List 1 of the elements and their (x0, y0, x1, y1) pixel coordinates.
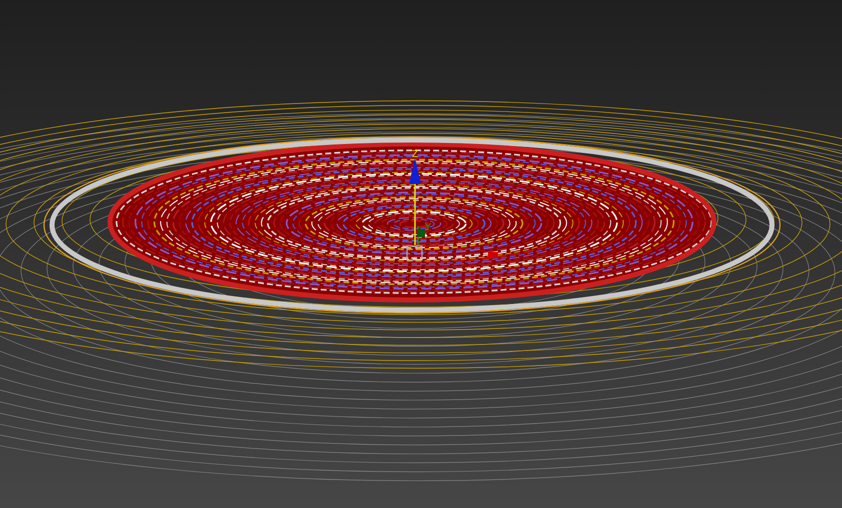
transform-gizmo-drawing[interactable] (406, 158, 498, 260)
